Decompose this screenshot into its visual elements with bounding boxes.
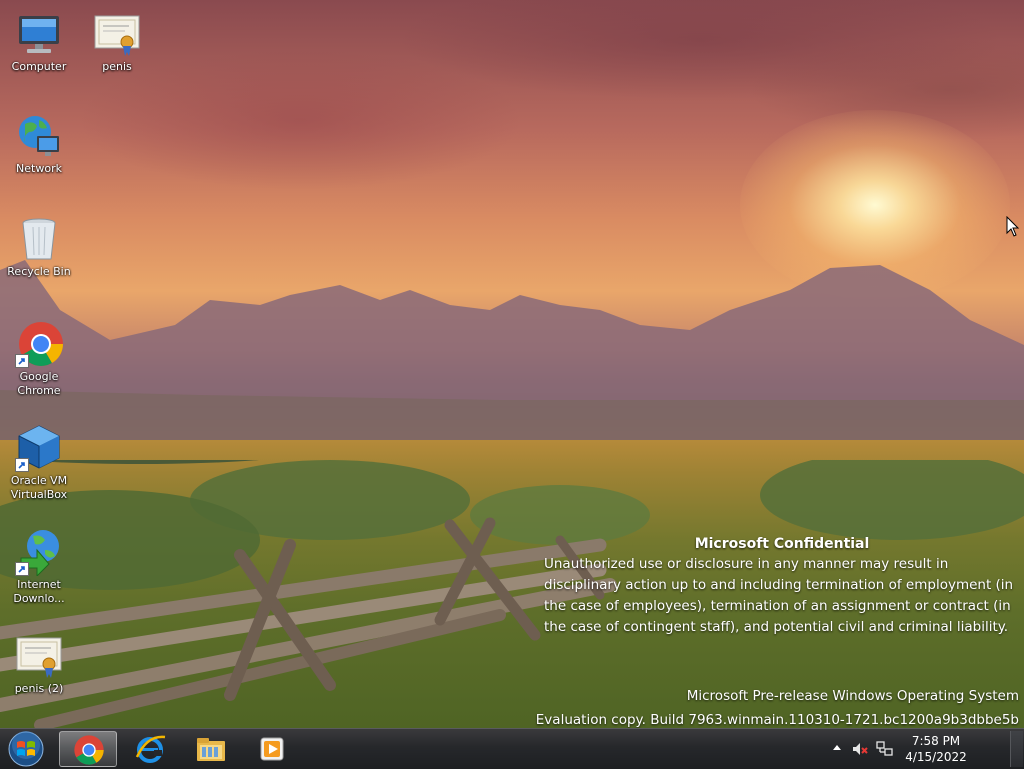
shortcut-arrow-icon [15, 354, 29, 368]
taskbar: 7:58 PM 4/15/2022 [0, 728, 1024, 769]
clock-time: 7:58 PM [911, 734, 961, 748]
taskbar-media-player-button[interactable] [243, 731, 301, 767]
confidential-title: Microsoft Confidential [694, 536, 870, 552]
chevron-up-icon[interactable] [832, 743, 842, 753]
chrome-icon [15, 320, 63, 368]
taskbar-windows-explorer-button[interactable] [182, 731, 240, 767]
desktop-icon-label: Computer [11, 60, 67, 73]
desktop-icon-label: Recycle Bin [7, 265, 71, 278]
folder-icon [197, 738, 225, 761]
virtualbox-icon [15, 424, 63, 472]
desktop-icon-label: Google Chrome [17, 370, 61, 397]
mouse-cursor-icon [1006, 216, 1020, 237]
clock-date: 4/15/2022 [905, 750, 967, 764]
confidential-body: Unauthorized use or disclosure in any ma… [544, 556, 1014, 635]
desktop-icon-label: penis (2) [14, 682, 64, 695]
desktop-icon-network[interactable]: Network [2, 112, 76, 176]
network-tray-icon[interactable] [876, 741, 894, 757]
internet-explorer-icon [135, 735, 166, 763]
desktop-icon-penis-2[interactable]: penis (2) [2, 632, 76, 696]
mountain-range [0, 260, 1024, 450]
desktop-icon-label: Internet Downlo... [13, 578, 65, 605]
confidential-notice: Microsoft Confidential Unauthorized use … [544, 536, 1020, 638]
shortcut-arrow-icon [15, 562, 29, 576]
recycle-bin-icon [15, 215, 63, 263]
network-icon [15, 112, 63, 160]
desktop-icon-label: penis [102, 60, 132, 73]
desktop-icon-recycle-bin[interactable]: Recycle Bin [2, 215, 76, 279]
show-desktop-button[interactable] [1010, 731, 1023, 767]
desktop-icon-internet-download-manager[interactable]: Internet Downlo... [2, 528, 76, 606]
internet-download-manager-icon [15, 528, 63, 576]
build-line: Evaluation copy. Build 7963.winmain.1103… [535, 712, 1019, 728]
desktop-icon-computer[interactable]: Computer [2, 10, 76, 74]
certificate-icon [93, 10, 141, 58]
desktop-background: Computer penis Network Recycle Bin Googl… [0, 0, 1024, 728]
shortcut-arrow-icon [15, 458, 29, 472]
windows-start-orb-icon [8, 731, 44, 767]
taskbar-internet-explorer-button[interactable] [121, 731, 179, 767]
start-button[interactable] [4, 729, 48, 769]
os-line: Microsoft Pre-release Windows Operating … [686, 688, 1019, 704]
desktop-icon-penis[interactable]: penis [80, 10, 154, 74]
desktop-icon-label: Network [16, 162, 62, 175]
speaker-muted-icon[interactable] [852, 741, 868, 757]
build-watermark: Microsoft Pre-release Windows Operating … [536, 684, 1019, 728]
chrome-icon [74, 735, 104, 765]
media-player-icon [260, 737, 284, 761]
desktop-icon-label: Oracle VM VirtualBox [10, 474, 68, 501]
desktop-icon-google-chrome[interactable]: Google Chrome [2, 320, 76, 398]
system-clock[interactable]: 7:58 PM 4/15/2022 [896, 733, 976, 765]
computer-icon [15, 10, 63, 58]
taskbar-chrome-button[interactable] [59, 731, 117, 767]
desktop-icon-oracle-vm-virtualbox[interactable]: Oracle VM VirtualBox [2, 424, 76, 502]
certificate-icon [15, 632, 63, 680]
